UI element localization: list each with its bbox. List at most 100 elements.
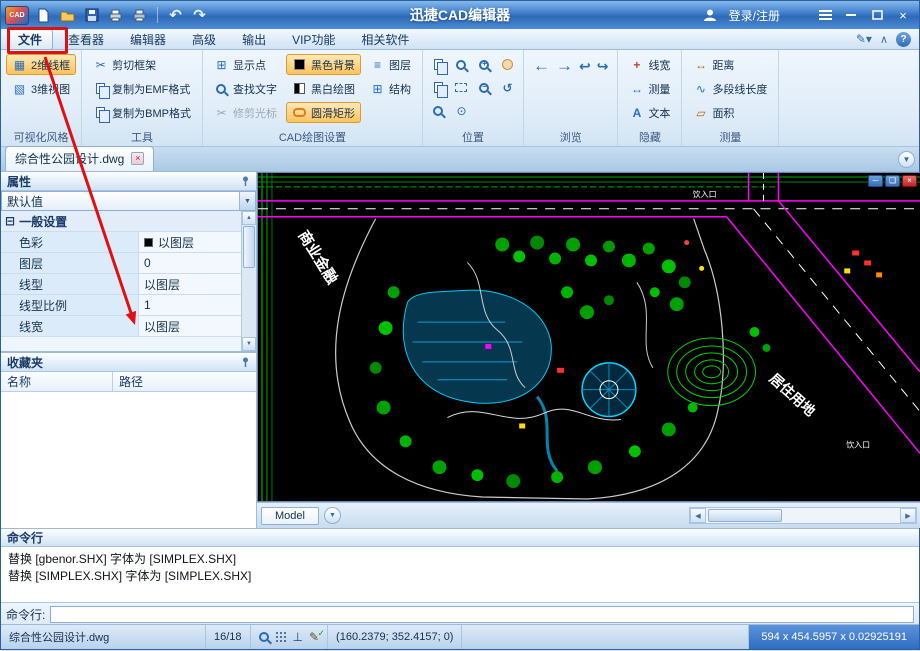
pan-icon[interactable] — [497, 54, 518, 75]
zoom-center-icon[interactable]: ⊙ — [451, 100, 472, 121]
help-icon[interactable]: ? — [896, 32, 911, 47]
copy-view-icon[interactable] — [428, 54, 449, 75]
area-button[interactable]: ▱ 面积 — [687, 102, 773, 123]
properties-scrollbar[interactable]: ▲ ▼ — [241, 211, 256, 351]
print-icon[interactable] — [130, 6, 149, 25]
zoom-window-icon[interactable] — [451, 54, 472, 75]
minimize-button[interactable] — [841, 6, 861, 24]
scroll-down-icon[interactable]: ▼ — [242, 337, 256, 351]
scroll-up-icon[interactable]: ▲ — [242, 211, 256, 225]
menu-tab-related[interactable]: 相关软件 — [350, 29, 420, 50]
status-zoom-icon[interactable] — [259, 632, 269, 642]
menu-tab-advanced[interactable]: 高级 — [181, 29, 227, 50]
menu-tab-file[interactable]: 文件 — [7, 29, 53, 50]
property-preset-dropdown[interactable]: 默认值 ▼ — [1, 191, 256, 211]
cad-logo[interactable]: CAD — [5, 6, 29, 25]
ortho-icon[interactable]: ⊥ — [293, 630, 303, 644]
copy-bmp-button[interactable]: 复制为BMP格式 — [87, 102, 197, 123]
command-prompt-row: 命令行: — [1, 602, 919, 626]
property-value-lineweight[interactable]: 以图层 — [139, 316, 241, 336]
structure-button[interactable]: ⊞ 结构 — [364, 78, 417, 99]
save-icon[interactable] — [82, 6, 101, 25]
bw-drawing-button[interactable]: 黑白绘图 — [286, 78, 361, 99]
redo-icon[interactable]: ↷ — [190, 6, 209, 25]
browse-back-icon[interactable]: ← — [533, 56, 550, 76]
menu-tab-viewer[interactable]: 查看器 — [57, 29, 115, 50]
login-link[interactable]: 登录/注册 — [729, 7, 780, 24]
page-back-icon[interactable]: ↩ — [579, 58, 591, 75]
favorites-col-name[interactable]: 名称 — [1, 372, 113, 391]
zoom-dynamic-icon[interactable] — [428, 100, 449, 121]
plot-icon[interactable] — [106, 6, 125, 25]
browse-forward-icon[interactable]: → — [556, 56, 573, 76]
menu-hamburger-icon[interactable] — [815, 6, 835, 24]
show-points-button[interactable]: ⊞ 显示点 — [208, 54, 283, 75]
polyline-length-button[interactable]: ∿ 多段线长度 — [687, 78, 773, 99]
pin-icon[interactable] — [241, 176, 250, 187]
scrollbar-thumb[interactable] — [243, 226, 255, 268]
view-3d-button[interactable]: ▧ 3维视图 — [6, 78, 76, 99]
horizontal-scrollbar[interactable]: ◀ ▶ — [689, 507, 917, 524]
scrollbar-thumb[interactable] — [708, 509, 782, 522]
document-tab-close-icon[interactable]: × — [131, 152, 144, 165]
scroll-left-icon[interactable]: ◀ — [690, 508, 706, 523]
command-panel-header: 命令行 — [1, 529, 919, 547]
page-forward-icon[interactable]: ↪ — [597, 58, 609, 75]
menu-tab-output[interactable]: 输出 — [231, 29, 277, 50]
wireframe-2d-button[interactable]: ▦ 2维线框 — [6, 54, 76, 75]
property-section-general[interactable]: ⊟ 一般设置 — [1, 211, 256, 232]
close-button[interactable]: × — [893, 6, 913, 24]
hide-measure-button[interactable]: ↔ 测量 — [623, 78, 676, 99]
layout-list-chevron-icon[interactable]: ▼ — [324, 507, 341, 524]
status-dimensions: 594 x 454.5957 x 0.02925191 — [748, 625, 919, 649]
dropdown-chevron-icon[interactable]: ▼ — [239, 192, 255, 210]
favorites-col-path[interactable]: 路径 — [113, 372, 256, 391]
hide-text-button[interactable]: A 文本 — [623, 102, 676, 123]
scrollbar-track[interactable] — [706, 508, 900, 523]
viewport-restore-icon[interactable]: ❏ — [885, 175, 900, 187]
layers-button[interactable]: ≡ 图层 — [364, 54, 417, 75]
pin-icon[interactable] — [241, 357, 250, 368]
new-file-icon[interactable] — [34, 6, 53, 25]
property-value-linetype[interactable]: 以图层 — [139, 274, 241, 294]
undo-icon[interactable]: ↶ — [166, 6, 185, 25]
clip-frame-button[interactable]: ✂ 剪切框架 — [87, 54, 197, 75]
favorites-list[interactable] — [1, 392, 256, 528]
trim-cursor-button[interactable]: ✂ 修剪光标 — [208, 102, 283, 123]
document-tab[interactable]: 综合性公园设计.dwg × — [5, 146, 154, 171]
status-toggles: ⊥ ✎✓ — [251, 625, 329, 649]
command-input[interactable] — [50, 606, 914, 623]
copy-emf-button[interactable]: 复制为EMF格式 — [87, 78, 197, 99]
quick-access-toolbar: CAD ↶ ↷ — [1, 6, 209, 25]
model-tab[interactable]: Model — [261, 507, 319, 525]
maximize-button[interactable] — [867, 6, 887, 24]
scroll-right-icon[interactable]: ▶ — [900, 508, 916, 523]
viewport-close-icon[interactable]: × — [902, 175, 917, 187]
collapse-ribbon-icon[interactable]: ∧ — [880, 33, 888, 46]
viewport-minimize-icon[interactable]: ─ — [868, 175, 883, 187]
smooth-rect-button[interactable]: 圆滑矩形 — [286, 102, 361, 123]
property-value-color[interactable]: 以图层 — [139, 232, 241, 252]
property-value-ltscale[interactable]: 1 — [139, 295, 241, 315]
open-file-icon[interactable] — [58, 6, 77, 25]
menu-tab-editor[interactable]: 编辑器 — [119, 29, 177, 50]
collapse-box-icon[interactable]: ⊟ — [5, 214, 15, 228]
customize-pen-icon[interactable]: ✎▾ — [856, 32, 872, 46]
find-text-button[interactable]: 查找文字 — [208, 78, 283, 99]
black-background-button[interactable]: 黑色背景 — [286, 54, 361, 75]
document-tab-label: 综合性公园设计.dwg — [15, 150, 124, 167]
property-value-layer[interactable]: 0 — [139, 253, 241, 273]
menu-tab-vip[interactable]: VIP功能 — [281, 29, 346, 50]
tab-list-chevron-icon[interactable]: ▼ — [898, 151, 915, 168]
cad-canvas[interactable]: 商业金融 居住用地 饮入口 饮入口 ─ ❏ × — [257, 172, 920, 502]
grid-snap-icon[interactable] — [275, 631, 287, 643]
distance-button[interactable]: ↔ 距离 — [687, 54, 773, 75]
zoom-out-icon[interactable]: − — [474, 77, 495, 98]
properties-header: 属性 — [1, 172, 256, 191]
copy-region-icon[interactable] — [428, 77, 449, 98]
draft-pen-icon[interactable]: ✎✓ — [309, 630, 319, 644]
zoom-extents-icon[interactable] — [451, 77, 472, 98]
zoom-in-icon[interactable]: + — [474, 54, 495, 75]
zoom-previous-icon[interactable]: ↺ — [497, 77, 518, 98]
hide-lineweight-button[interactable]: + 线宽 — [623, 54, 676, 75]
